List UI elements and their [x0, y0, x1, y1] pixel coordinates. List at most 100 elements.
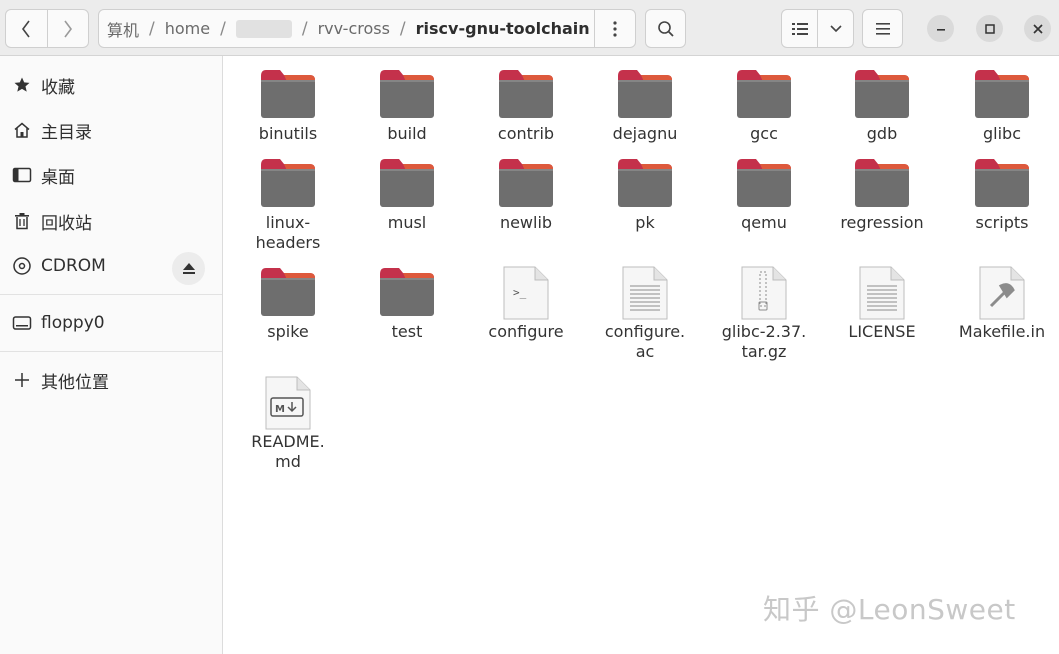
folder-icon [850, 66, 914, 126]
folder-icon [613, 66, 677, 126]
file-name-label: build [387, 124, 427, 143]
text-file-icon [850, 264, 914, 324]
text-file-icon [613, 264, 677, 324]
folder-item[interactable]: newlib [471, 155, 581, 233]
file-name-label: pk [635, 213, 655, 232]
close-button[interactable] [1024, 15, 1051, 42]
main-menu-button[interactable] [862, 9, 903, 48]
folder-icon [375, 264, 439, 324]
folder-item[interactable]: build [352, 66, 462, 144]
folder-item[interactable]: gcc [709, 66, 819, 144]
sidebar-item-label: 其他位置 [41, 372, 109, 393]
desktop-icon [11, 167, 33, 183]
file-name-label: binutils [258, 124, 318, 143]
file-name-label: Makefile.in [958, 322, 1046, 341]
list-view-button[interactable] [782, 10, 817, 47]
file-item[interactable]: >_ configure [471, 264, 581, 342]
file-name-label: scripts [975, 213, 1029, 232]
file-name-label: linux- headers [255, 213, 321, 252]
hamburger-menu-icon [875, 22, 890, 35]
breadcrumb-rvv-cross[interactable]: rvv-cross [312, 19, 390, 38]
file-grid: binutils build contrib dejagnu gcc gdb glibc li… [223, 56, 1059, 654]
folder-item[interactable]: dejagnu [590, 66, 700, 144]
folder-item[interactable]: gdb [827, 66, 937, 144]
view-buttons [781, 9, 854, 48]
chevron-right-icon [64, 20, 72, 37]
breadcrumb-current[interactable]: riscv-gnu-toolchain [410, 19, 590, 38]
home-icon [11, 121, 33, 139]
file-item[interactable]: glibc-2.37. tar.gz [709, 264, 819, 362]
folder-icon [375, 155, 439, 215]
folder-icon [256, 155, 320, 215]
forward-button[interactable] [46, 10, 89, 47]
folder-item[interactable]: pk [590, 155, 700, 233]
trash-icon [11, 212, 33, 230]
sidebar-item-starred[interactable]: 收藏 [0, 65, 221, 105]
breadcrumb-separator: / [220, 18, 226, 39]
folder-icon [732, 155, 796, 215]
folder-item[interactable]: test [352, 264, 462, 342]
svg-text:>_: >_ [513, 286, 527, 299]
folder-item[interactable]: contrib [471, 66, 581, 144]
sidebar-item-home[interactable]: 主目录 [0, 110, 221, 150]
sidebar-item-floppy[interactable]: floppy0 [0, 303, 221, 343]
folder-icon [494, 155, 558, 215]
folder-item[interactable]: linux- headers [233, 155, 343, 253]
markdown-file-icon: M [256, 374, 320, 434]
folder-item[interactable]: regression [827, 155, 937, 233]
folder-icon [256, 264, 320, 324]
folder-icon [375, 66, 439, 126]
sidebar-item-trash[interactable]: 回收站 [0, 201, 221, 241]
file-name-label: newlib [499, 213, 553, 232]
watermark-text: 知乎 @LeonSweet [763, 593, 1016, 626]
maximize-button[interactable] [976, 15, 1003, 42]
breadcrumb-user-redacted[interactable] [235, 19, 292, 38]
back-button[interactable] [6, 10, 47, 47]
header-bar: 算机 / home / / rvv-cross / riscv-gnu-tool… [0, 0, 1059, 56]
file-name-label: musl [387, 213, 427, 232]
sidebar-item-label: floppy0 [41, 313, 105, 333]
path-menu-button[interactable] [594, 10, 635, 47]
path-bar: 算机 / home / / rvv-cross / riscv-gnu-tool… [98, 9, 636, 48]
folder-item[interactable]: qemu [709, 155, 819, 233]
file-item[interactable]: LICENSE [827, 264, 937, 342]
file-name-label: LICENSE [848, 322, 916, 341]
folder-item[interactable]: spike [233, 264, 343, 342]
disc-icon [11, 256, 33, 276]
file-name-label: regression [840, 213, 924, 232]
plus-icon [11, 372, 33, 388]
folder-item[interactable]: binutils [233, 66, 343, 144]
folder-item[interactable]: scripts [947, 155, 1057, 233]
file-name-label: README. md [251, 432, 325, 471]
star-icon [11, 76, 33, 94]
breadcrumb-computer[interactable]: 算机 [99, 17, 139, 41]
makefile-file-icon [970, 264, 1034, 324]
chevron-down-icon [829, 24, 842, 32]
view-options-button[interactable] [817, 10, 853, 47]
file-item[interactable]: configure. ac [590, 264, 700, 362]
search-icon [657, 20, 674, 37]
sidebar-item-desktop[interactable]: 桌面 [0, 155, 221, 195]
file-item[interactable]: M README. md [233, 374, 343, 472]
file-name-label: configure [488, 322, 564, 341]
breadcrumb-home[interactable]: home [159, 19, 210, 38]
sidebar-item-label: CDROM [41, 256, 106, 276]
chevron-left-icon [22, 20, 30, 37]
file-item[interactable]: Makefile.in [947, 264, 1057, 342]
sidebar: 收藏 主目录 桌面 回收站 CDROM floppy0 其他位置 [0, 56, 223, 654]
folder-icon [613, 155, 677, 215]
folder-item[interactable]: glibc [947, 66, 1057, 144]
maximize-icon [984, 23, 995, 34]
minimize-button[interactable] [927, 15, 954, 42]
sidebar-item-label: 主目录 [41, 122, 92, 143]
breadcrumb-separator: / [399, 18, 406, 39]
search-button[interactable] [645, 9, 686, 48]
file-name-label: glibc [983, 124, 1021, 143]
archive-file-icon [732, 264, 796, 324]
sidebar-divider [0, 351, 222, 352]
folder-item[interactable]: musl [352, 155, 462, 233]
eject-button[interactable] [172, 252, 205, 285]
sidebar-item-other-locations[interactable]: 其他位置 [0, 360, 221, 400]
list-view-icon [791, 22, 808, 35]
svg-text:M: M [275, 404, 285, 415]
